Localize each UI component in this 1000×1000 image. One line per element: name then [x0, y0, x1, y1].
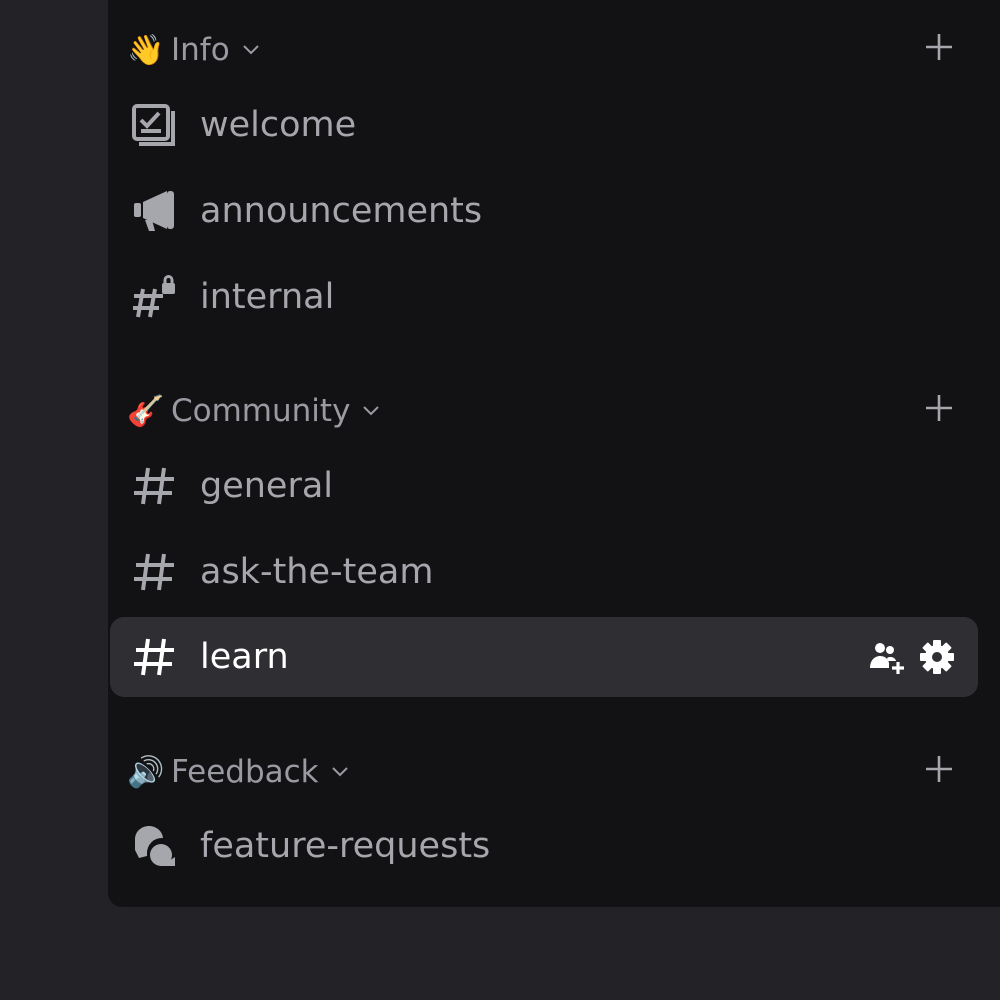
category-header-community[interactable]: 🎸 Community: [127, 391, 1000, 431]
speaker-emoji: 🔊: [127, 754, 165, 790]
channel-internal[interactable]: internal: [110, 257, 978, 337]
channel-welcome[interactable]: welcome: [110, 85, 978, 165]
channel-label: feature-requests: [200, 826, 491, 866]
channel-label: internal: [200, 277, 335, 317]
channel-feature-requests[interactable]: feature-requests: [110, 806, 978, 886]
hash-icon: [130, 462, 178, 510]
gear-icon[interactable]: [918, 638, 956, 676]
channel-label: ask-the-team: [200, 552, 434, 592]
waving-hand-emoji: 👋: [127, 32, 165, 68]
channel-learn[interactable]: learn: [110, 617, 978, 697]
channel-ask-the-team[interactable]: ask-the-team: [110, 532, 978, 612]
channel-tools: [868, 638, 956, 676]
channel-announcements[interactable]: announcements: [110, 171, 978, 251]
hash-icon: [130, 633, 178, 681]
rules-icon: [130, 101, 178, 149]
chevron-down-icon: [242, 44, 260, 56]
megaphone-icon: [130, 187, 178, 235]
hash-icon: [130, 548, 178, 596]
forum-icon: [130, 822, 178, 870]
channel-general[interactable]: general: [110, 446, 978, 526]
channel-label: welcome: [200, 105, 357, 145]
category-header-feedback[interactable]: 🔊 Feedback: [127, 752, 1000, 792]
create-channel-plus-icon[interactable]: [924, 393, 954, 423]
chevron-down-icon: [362, 405, 380, 417]
channel-list-panel: 👋 Info welcome announcements internal 🎸 …: [108, 0, 1000, 907]
invite-member-icon[interactable]: [868, 638, 906, 676]
chevron-down-icon: [331, 766, 349, 778]
channel-label: general: [200, 466, 334, 506]
category-name: Community: [171, 393, 351, 429]
category-name: Feedback: [171, 754, 319, 790]
guitar-emoji: 🎸: [127, 393, 165, 429]
channel-label: learn: [200, 637, 289, 677]
category-name: Info: [171, 32, 230, 68]
channel-label: announcements: [200, 191, 483, 231]
category-header-info[interactable]: 👋 Info: [127, 30, 1000, 70]
locked-hash-icon: [130, 273, 178, 321]
create-channel-plus-icon[interactable]: [924, 754, 954, 784]
create-channel-plus-icon[interactable]: [924, 32, 954, 62]
